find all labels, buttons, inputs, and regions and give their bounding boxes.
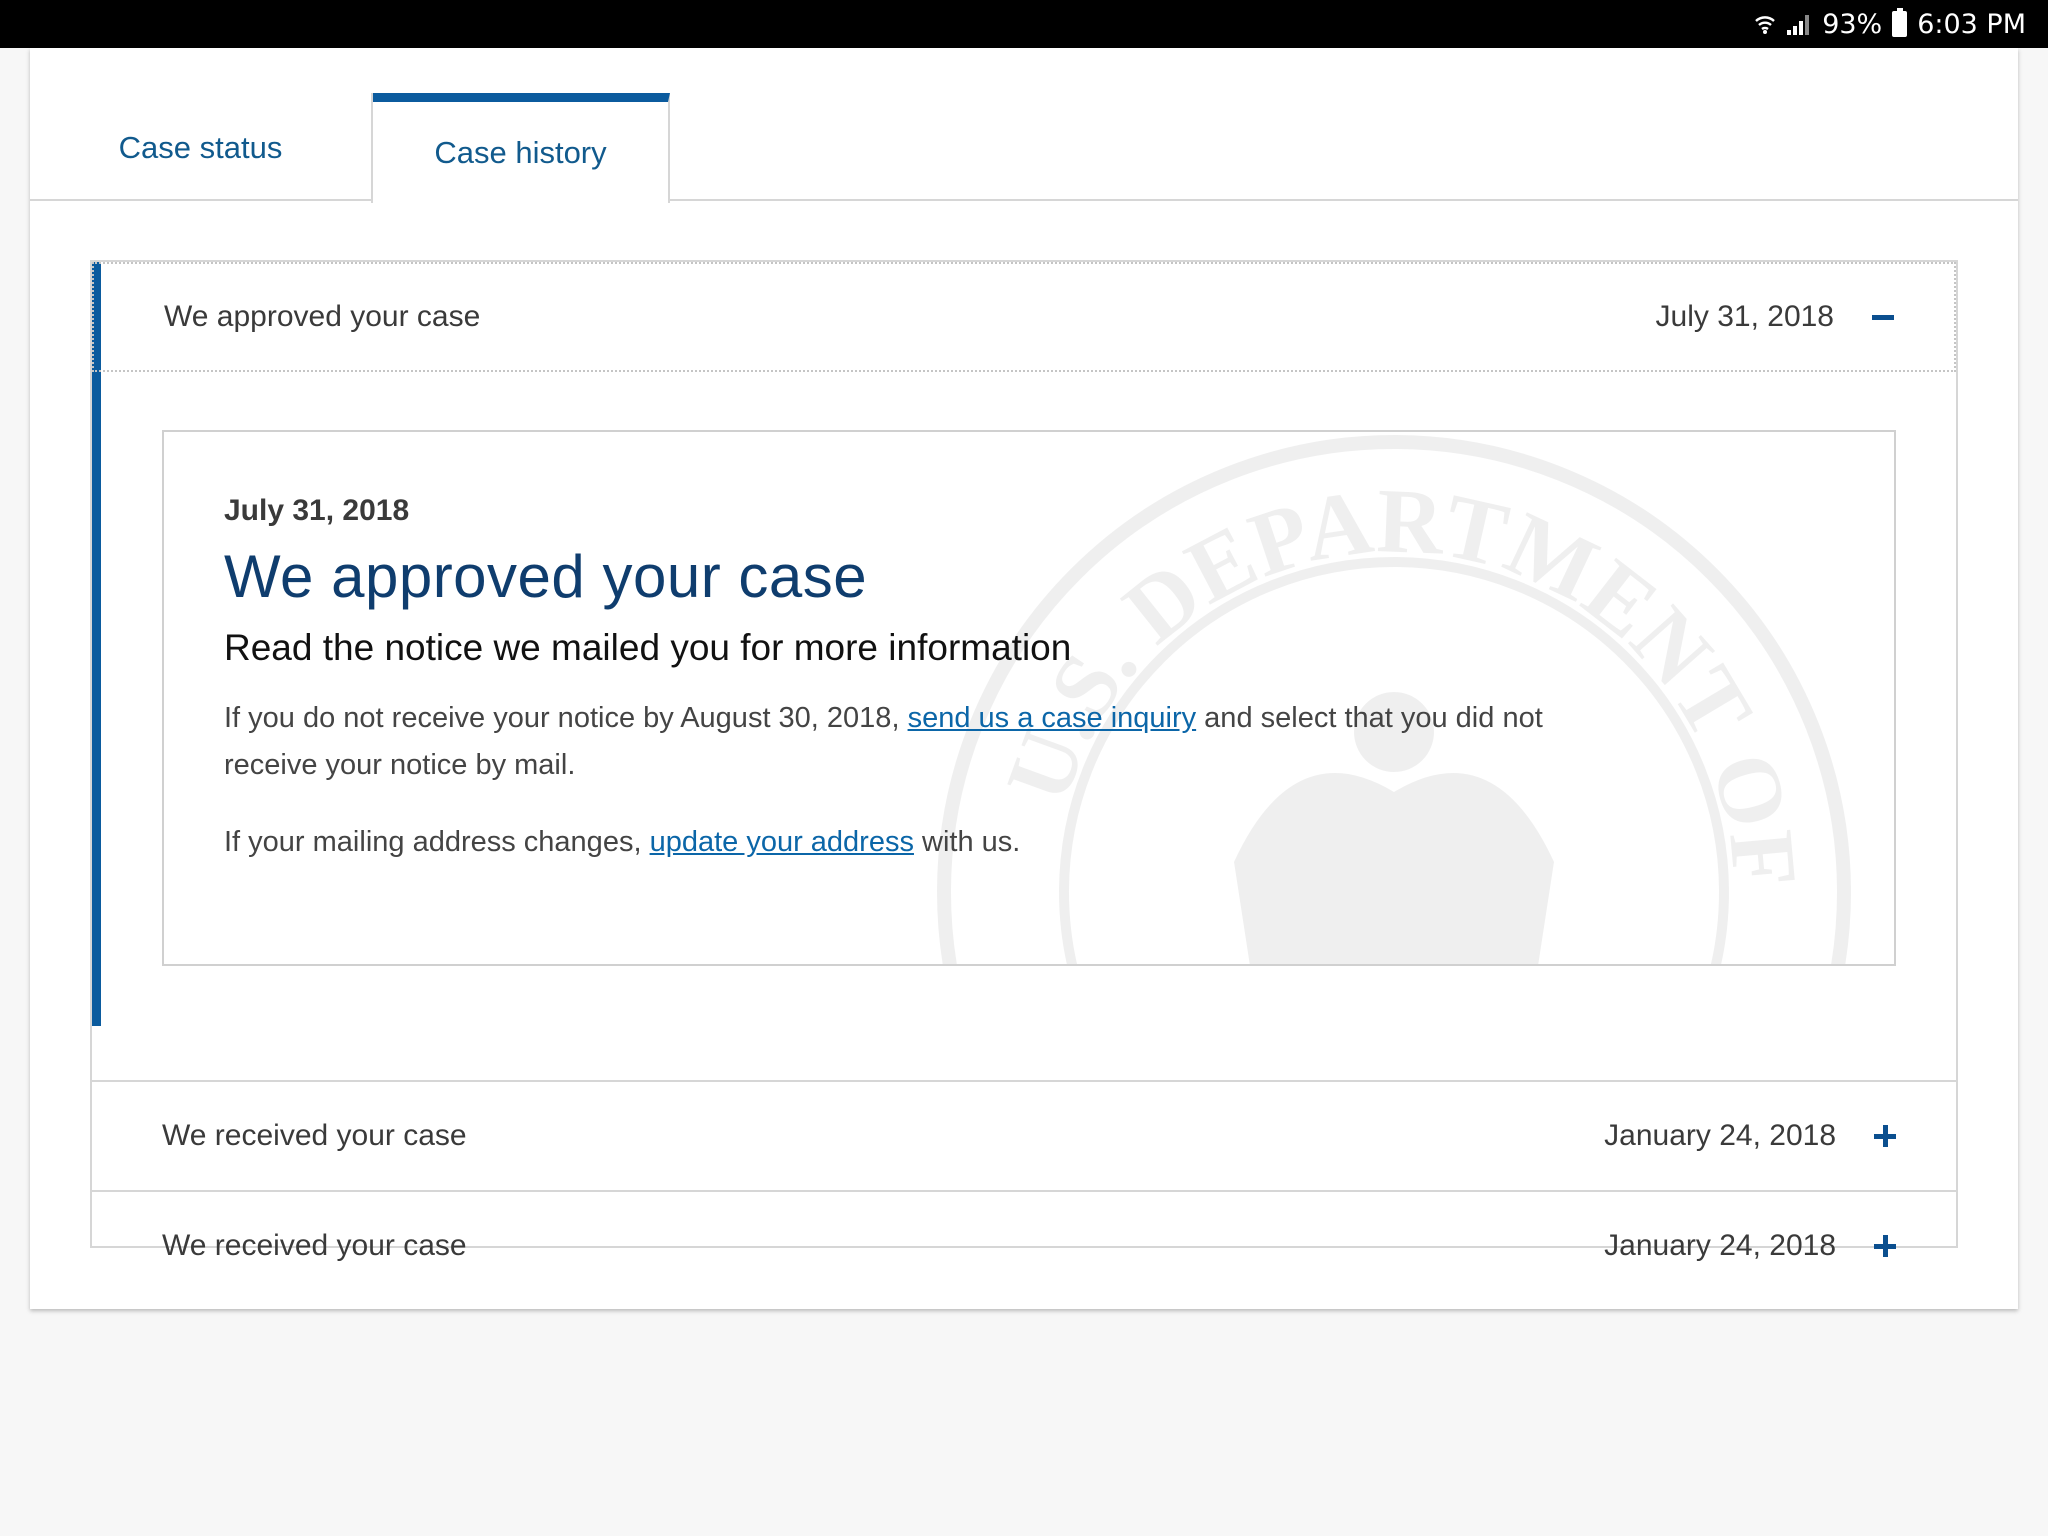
- battery-percent: 93%: [1822, 8, 1883, 40]
- address-paragraph: If your mailing address changes, update …: [224, 819, 1564, 866]
- history-item-title: We received your case: [162, 1229, 467, 1262]
- notice-paragraph: If you do not receive your notice by Aug…: [224, 695, 1564, 789]
- wifi-icon: [1754, 13, 1776, 35]
- history-item-date: January 24, 2018: [1604, 1229, 1836, 1262]
- active-item-accent: [92, 262, 101, 1026]
- history-item-title: We approved your case: [164, 300, 481, 333]
- detail-date: July 31, 2018: [224, 494, 410, 527]
- battery-icon: [1892, 8, 1908, 37]
- detail-content: July 31, 2018 We approved your case Read…: [224, 494, 1624, 866]
- tab-bar: Case status Case history: [30, 48, 2018, 203]
- tab-case-history[interactable]: Case history: [373, 93, 670, 203]
- history-item-date: July 31, 2018: [1655, 300, 1834, 333]
- history-item-date: January 24, 2018: [1604, 1119, 1836, 1152]
- signal-icon: [1786, 12, 1812, 36]
- address-text-end: with us.: [913, 826, 1021, 858]
- address-text-start: If your mailing address changes,: [224, 826, 650, 858]
- history-item-detail: U.S. DEPARTMENT OF July 31, 2018 We appr…: [162, 430, 1896, 966]
- expand-icon[interactable]: [1874, 1125, 1896, 1147]
- case-inquiry-link[interactable]: send us a case inquiry: [908, 702, 1197, 734]
- tab-case-status[interactable]: Case status: [30, 93, 373, 203]
- history-item-title: We received your case: [162, 1119, 467, 1152]
- history-item-received-2[interactable]: We received your case January 24, 2018: [92, 1190, 1956, 1300]
- clock: 6:03 PM: [1917, 8, 2026, 40]
- detail-subtitle: Read the notice we mailed you for more i…: [224, 627, 1072, 668]
- history-item-approved-header[interactable]: We approved your case July 31, 2018: [92, 262, 1956, 372]
- expand-icon[interactable]: [1874, 1235, 1896, 1257]
- collapse-icon[interactable]: [1872, 306, 1894, 328]
- history-item-received-1[interactable]: We received your case January 24, 2018: [92, 1080, 1956, 1190]
- case-card: Case status Case history We approved you…: [30, 48, 2018, 1309]
- notice-text-start: If you do not receive your notice by Aug…: [224, 702, 908, 734]
- update-address-link[interactable]: update your address: [650, 826, 914, 858]
- status-bar: 93% 6:03 PM: [0, 0, 2048, 48]
- case-history-list: We approved your case July 31, 2018 U.S.…: [90, 260, 1958, 1262]
- detail-title: We approved your case: [224, 543, 868, 610]
